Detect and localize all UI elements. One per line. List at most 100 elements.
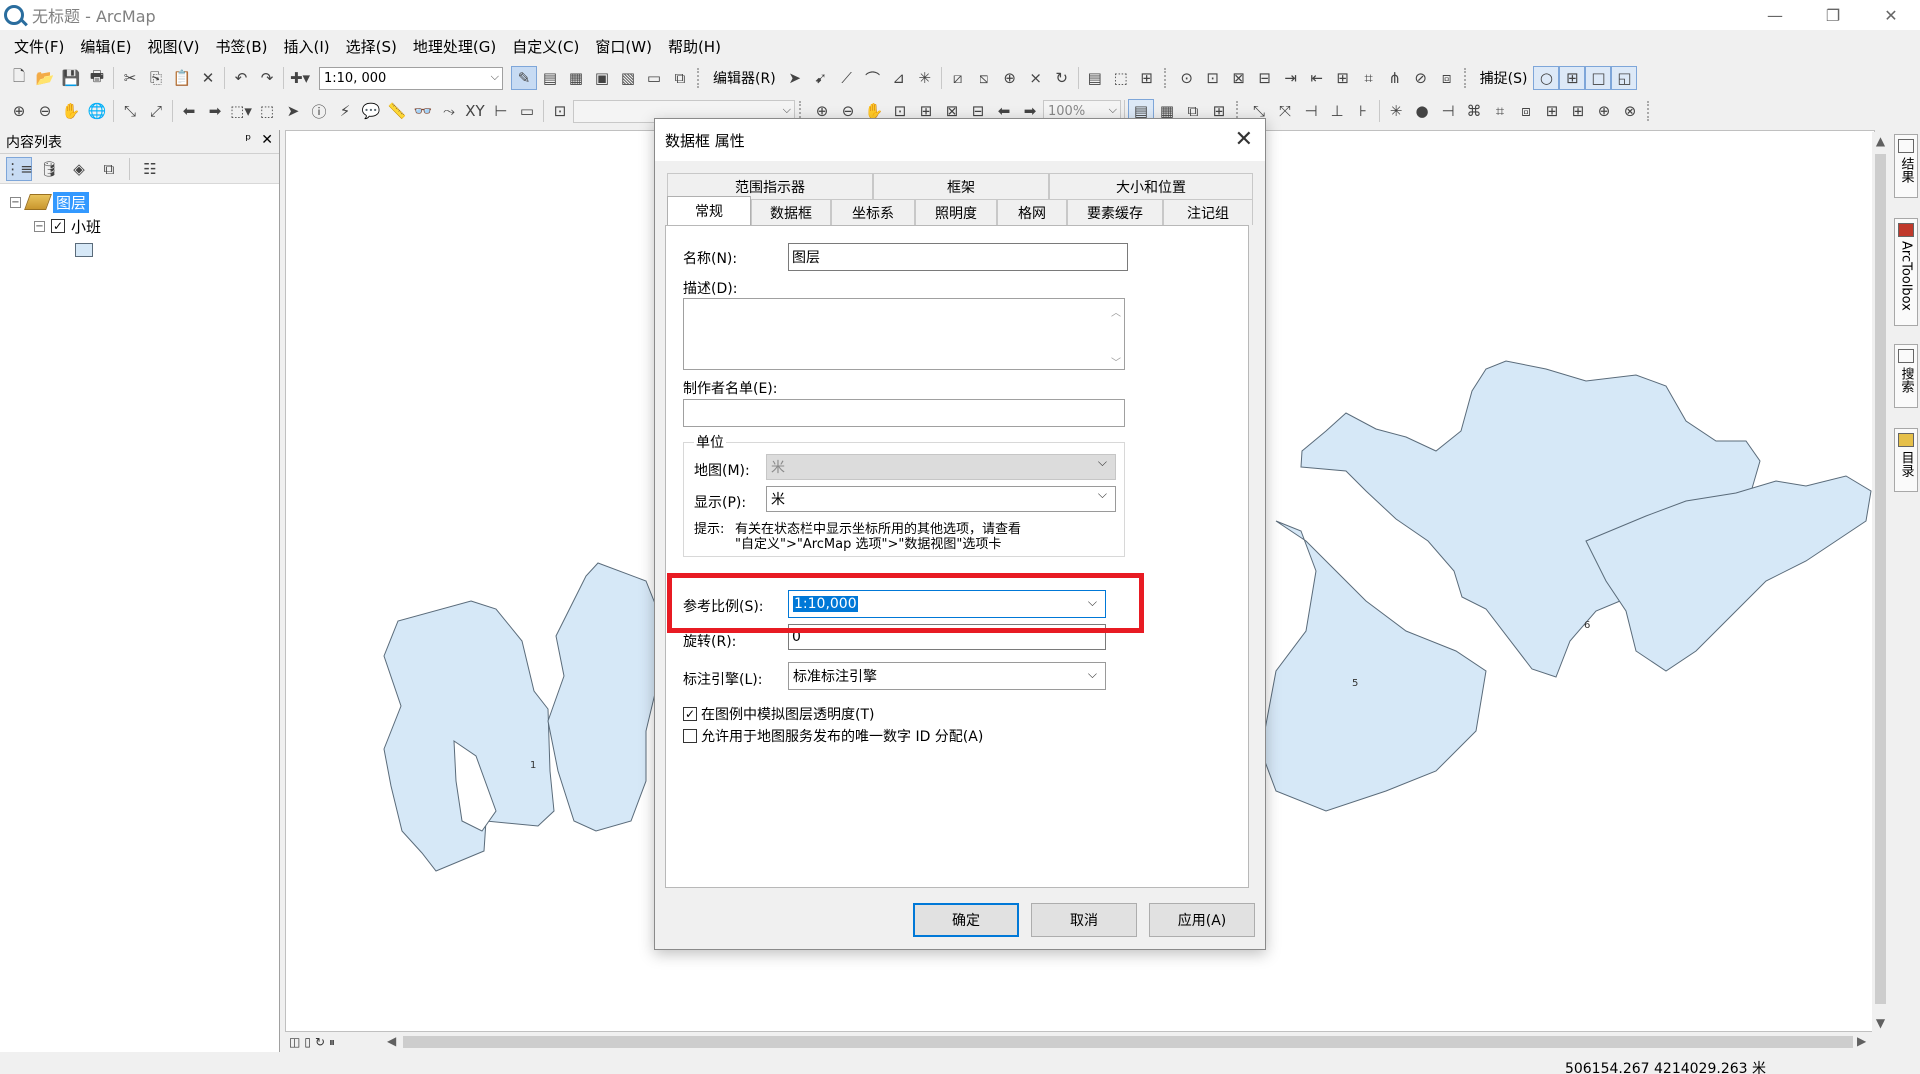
tree-row-symbol[interactable] [0, 238, 279, 262]
add-data-icon[interactable]: ✚▾ [287, 66, 313, 90]
model-builder-icon[interactable]: ⧉ [667, 66, 693, 90]
draw-tool-8-icon[interactable]: ⊣ [1435, 99, 1461, 123]
menu-windows[interactable]: 窗口(W) [587, 36, 660, 57]
fixed-zoom-out-icon[interactable]: ⤢ [143, 99, 169, 123]
extend-icon[interactable]: ⇥ [1278, 66, 1304, 90]
description-textarea[interactable] [683, 298, 1125, 370]
create-features-icon[interactable]: ⊞ [1134, 66, 1160, 90]
credits-input[interactable] [683, 399, 1125, 427]
draw-tool-12-icon[interactable]: ⊞ [1539, 99, 1565, 123]
vertical-scroll-thumb[interactable] [1875, 154, 1886, 1004]
refresh-icon[interactable]: ↻ [315, 1035, 325, 1050]
display-units-dropdown[interactable]: 米 ⌵ [766, 486, 1116, 512]
snapping-menu[interactable]: 捕捉(S) [1474, 68, 1534, 88]
trim-icon[interactable]: ⇤ [1304, 66, 1330, 90]
close-icon[interactable]: ✕ [261, 132, 273, 148]
draw-tool-9-icon[interactable]: ⌘ [1461, 99, 1487, 123]
generalize-icon[interactable]: ⌗ [1356, 66, 1382, 90]
collapse-layer-icon[interactable]: − [34, 220, 45, 232]
apply-button[interactable]: 应用(A) [1149, 903, 1255, 937]
search-tab[interactable]: 搜索 [1894, 344, 1918, 408]
tab-data-frame[interactable]: 数据框 [751, 199, 831, 225]
list-by-visibility-icon[interactable]: ◈ [66, 157, 92, 181]
dataframe-label[interactable]: 图层 [53, 191, 90, 213]
simulate-transparency-checkbox-row[interactable]: ✓ 在图例中模拟图层透明度(T) [683, 704, 874, 724]
textarea-scroll-up-icon[interactable]: ︿ [1111, 304, 1121, 319]
arctoolbox-tab[interactable]: ArcToolbox [1894, 218, 1918, 326]
find-route-icon[interactable]: ⤳ [436, 99, 462, 123]
zoom-out-icon[interactable]: ⊖ [32, 99, 58, 123]
forward-arrow-icon[interactable]: ➡ [202, 99, 228, 123]
georeference-icon[interactable]: ⊙ [1174, 66, 1200, 90]
reshape-icon[interactable]: ⧅ [971, 66, 997, 90]
topology-icon[interactable]: ⊡ [1200, 66, 1226, 90]
toc-options-icon[interactable]: ☷ [137, 157, 163, 181]
layer-label[interactable]: 小班 [71, 216, 101, 237]
spatial-adjust-icon[interactable]: ⊟ [1252, 66, 1278, 90]
catalog-window-icon[interactable]: ▦ [563, 66, 589, 90]
arctoolbox-window-icon[interactable]: ▧ [615, 66, 641, 90]
menu-geoprocessing[interactable]: 地理处理(G) [405, 36, 504, 57]
name-input[interactable]: 图层 [788, 243, 1128, 271]
list-by-selection-icon[interactable]: ⧉ [96, 157, 122, 181]
draw-tool-3-icon[interactable]: ⊣ [1298, 99, 1324, 123]
map-vertical-scrollbar[interactable]: ▲ ▼ [1872, 132, 1889, 1032]
scroll-right-icon[interactable]: ▶ [1857, 1034, 1866, 1048]
draw-tool-11-icon[interactable]: ⧈ [1513, 99, 1539, 123]
tree-row-layer[interactable]: − ✓ 小班 [0, 214, 279, 238]
measure-icon[interactable]: 📏 [384, 99, 410, 123]
identify-icon[interactable]: ⓘ [306, 99, 332, 123]
fixed-zoom-in-icon[interactable]: ⤡ [117, 99, 143, 123]
list-by-source-icon[interactable]: 🛢 [36, 157, 62, 181]
cancel-button[interactable]: 取消 [1031, 903, 1137, 937]
draw-tool-10-icon[interactable]: ⌗ [1487, 99, 1513, 123]
pan-hand-icon[interactable]: ✋ [58, 99, 84, 123]
textarea-scroll-down-icon[interactable]: ﹀ [1111, 354, 1121, 369]
straight-segment-icon[interactable]: ⟋ [834, 66, 860, 90]
menu-selection[interactable]: 选择(S) [338, 36, 405, 57]
tab-size-position[interactable]: 大小和位置 [1049, 173, 1253, 199]
viewer-window-icon[interactable]: ▭ [514, 99, 540, 123]
tree-row-dataframe[interactable]: − 图层 [0, 190, 279, 214]
results-tab[interactable]: 结果 [1894, 134, 1918, 198]
menu-customize[interactable]: 自定义(C) [504, 36, 587, 57]
menu-file[interactable]: 文件(F) [6, 36, 72, 57]
data-view-icon[interactable]: ◫ [289, 1035, 300, 1050]
new-document-icon[interactable]: 🗋 [6, 66, 32, 90]
html-popup-icon[interactable]: 💬 [358, 99, 384, 123]
select-features-icon[interactable]: ⬚▾ [228, 99, 254, 123]
collapse-dataframe-icon[interactable]: − [10, 196, 21, 208]
redo-icon[interactable]: ↷ [254, 66, 280, 90]
menu-edit[interactable]: 编辑(E) [72, 36, 139, 57]
editor-menu[interactable]: 编辑器(R) [707, 68, 782, 88]
tab-grids[interactable]: 格网 [997, 199, 1067, 225]
unique-id-checkbox-row[interactable]: 允许用于地图服务发布的唯一数字 ID 分配(A) [683, 726, 983, 746]
toolbar-grip[interactable] [1463, 68, 1470, 88]
layout-select-icon[interactable]: ⊡ [547, 99, 573, 123]
attributes-icon[interactable]: ▤ [1082, 66, 1108, 90]
menu-view[interactable]: 视图(V) [140, 36, 208, 57]
layer-visibility-checkbox[interactable]: ✓ [51, 219, 65, 233]
scroll-down-icon[interactable]: ▼ [1872, 1016, 1889, 1030]
draw-tool-5-icon[interactable]: ⊦ [1350, 99, 1376, 123]
tab-general[interactable]: 常规 [667, 196, 751, 225]
cut-polygon-icon[interactable]: ⊕ [997, 66, 1023, 90]
paste-icon[interactable]: 📋 [169, 66, 195, 90]
layer-icon[interactable]: ⧈ [1434, 66, 1460, 90]
edit-vertices-icon[interactable]: ⧄ [945, 66, 971, 90]
table-of-contents-icon[interactable]: ▤ [537, 66, 563, 90]
tab-frame[interactable]: 框架 [873, 173, 1049, 199]
find-binoculars-icon[interactable]: 👓 [410, 99, 436, 123]
simulate-transparency-checkbox[interactable]: ✓ [683, 707, 697, 721]
fillet-icon[interactable]: ⊘ [1408, 66, 1434, 90]
endpoint-arc-icon[interactable]: ⌒ [860, 66, 886, 90]
point-snap-icon[interactable]: ○ [1533, 66, 1560, 90]
tab-annotation-groups[interactable]: 注记组 [1163, 199, 1253, 225]
draw-tool-6-icon[interactable]: ✳ [1383, 99, 1409, 123]
zoom-in-icon[interactable]: ⊕ [6, 99, 32, 123]
end-snap-icon[interactable]: ⊞ [1559, 66, 1586, 90]
sketch-properties-icon[interactable]: ⬚ [1108, 66, 1134, 90]
layout-view-icon[interactable]: ▯ [304, 1035, 311, 1050]
clear-selection-icon[interactable]: ⬚ [254, 99, 280, 123]
open-folder-icon[interactable]: 📂 [32, 66, 58, 90]
